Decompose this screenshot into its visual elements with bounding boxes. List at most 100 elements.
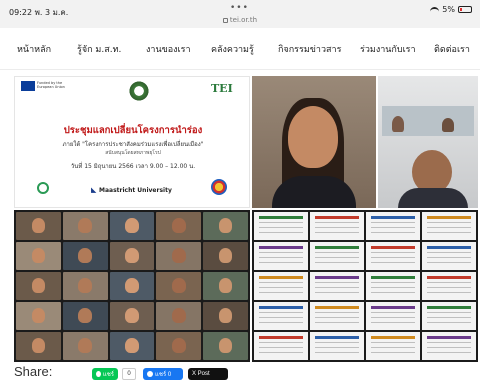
participant-face [31, 278, 46, 293]
slide-text-lines [259, 311, 303, 323]
poster-date: วันที่ 15 มิถุนายน 2566 เวลา 9.00 – 12.0… [70, 163, 196, 170]
tei-logo: TEI [211, 82, 233, 95]
poster-title: ประชุมแลกเปลี่ยนโครงการนำร่อง [63, 125, 203, 136]
participants-grid-photo[interactable] [14, 210, 250, 362]
participant-tile [16, 302, 61, 330]
nav-item-news[interactable]: กิจกรรมข่าวสาร [278, 42, 341, 56]
battery-icon [458, 6, 472, 13]
nav-item-contact[interactable]: ติดต่อเรา [434, 42, 470, 56]
slide-header-bar [371, 215, 415, 219]
slide-tile [254, 272, 308, 300]
slide-header-bar [427, 245, 471, 249]
slide-text-lines [259, 281, 303, 293]
partner-name: Maastricht University [99, 187, 172, 194]
participant-tile [156, 272, 202, 300]
slide-header-bar [315, 245, 359, 249]
participant-face [78, 248, 92, 263]
participant-tile [16, 242, 61, 270]
slide-header-bar [371, 305, 415, 309]
address-bar[interactable]: tei.or.th [0, 16, 480, 24]
slide-text-lines [315, 221, 359, 233]
participant-face [78, 278, 92, 293]
participant-face [125, 338, 139, 353]
slide-text-lines [259, 341, 303, 353]
slide-text-lines [371, 341, 415, 353]
event-poster-image[interactable]: Funded by the European Union TEI ประชุมแ… [14, 76, 250, 208]
slide-text-lines [371, 311, 415, 323]
speaker-body [272, 176, 356, 208]
nav-item-home[interactable]: หน้าหลัก [17, 42, 51, 56]
participant-tile [62, 242, 108, 270]
participant-tile [156, 332, 202, 360]
maastricht-logo-icon: ◣ [91, 186, 97, 194]
slide-text-lines [259, 221, 303, 233]
meeting-room-video-photo[interactable] [378, 76, 478, 208]
nav-item-our-work[interactable]: งานของเรา [146, 42, 191, 56]
slide-text-lines [315, 281, 359, 293]
slide-tile [254, 212, 308, 240]
share-label: Share: [14, 364, 53, 379]
slide-tile [254, 302, 308, 330]
slides-grid-photo[interactable] [252, 210, 478, 362]
slide-header-bar [315, 335, 359, 339]
slide-text-lines [427, 221, 471, 233]
participant-face [125, 218, 139, 233]
participant-face [218, 338, 233, 353]
slide-text-lines [427, 281, 471, 293]
speaker-video-photo[interactable] [252, 76, 376, 208]
participant-tile [109, 332, 155, 360]
slide-tile [310, 332, 364, 360]
slide-tile [254, 332, 308, 360]
participant-tile [109, 242, 155, 270]
slide-tile [422, 332, 476, 360]
speaker-face [288, 106, 338, 168]
x-post-button[interactable]: X Post [188, 368, 228, 380]
slide-text-lines [427, 311, 471, 323]
participant-tile [16, 212, 61, 240]
slide-header-bar [259, 335, 303, 339]
participant-face [125, 308, 139, 323]
slide-tile [422, 212, 476, 240]
nav-item-knowledge[interactable]: คลังความรู้ [211, 42, 254, 56]
nav-item-join-us[interactable]: ร่วมงานกับเรา [360, 42, 416, 56]
slide-header-bar [371, 275, 415, 279]
participant-tile [203, 272, 248, 300]
participant-tile [156, 242, 202, 270]
participant-face [31, 338, 46, 353]
slide-tile [422, 272, 476, 300]
lock-icon [222, 18, 228, 23]
slide-header-bar [315, 215, 359, 219]
slide-tile [366, 332, 420, 360]
participant-tile [62, 332, 108, 360]
participant-face [172, 308, 186, 323]
slide-tile [422, 242, 476, 270]
slide-text-lines [427, 341, 471, 353]
status-bar: 09:22 พ. 3 ม.ค. ••• tei.or.th 5% [0, 0, 480, 28]
battery-percent: 5% [442, 5, 455, 14]
slide-tile [310, 302, 364, 330]
participant-face [172, 278, 186, 293]
facebook-share-button[interactable]: แชร์ 0 [143, 368, 183, 380]
participant-face [218, 248, 233, 263]
slide-header-bar [427, 215, 471, 219]
slide-text-lines [315, 311, 359, 323]
slide-text-lines [315, 341, 359, 353]
slide-header-bar [259, 305, 303, 309]
slide-text-lines [371, 281, 415, 293]
slide-header-bar [315, 305, 359, 309]
slide-header-bar [371, 335, 415, 339]
participant-tile [109, 272, 155, 300]
slide-tile [254, 242, 308, 270]
line-share-button[interactable]: แชร์ [92, 368, 118, 380]
participant-face [125, 248, 139, 263]
participant-tile [109, 302, 155, 330]
more-dots-icon[interactable]: ••• [230, 3, 249, 13]
slide-text-lines [259, 251, 303, 263]
participant-tile [62, 272, 108, 300]
slide-text-lines [371, 251, 415, 263]
nav-item-about[interactable]: รู้จัก ม.ส.ท. [77, 42, 121, 56]
slide-header-bar [259, 245, 303, 249]
participant-face [218, 278, 233, 293]
participant-tile [156, 212, 202, 240]
participant-face [218, 218, 233, 233]
